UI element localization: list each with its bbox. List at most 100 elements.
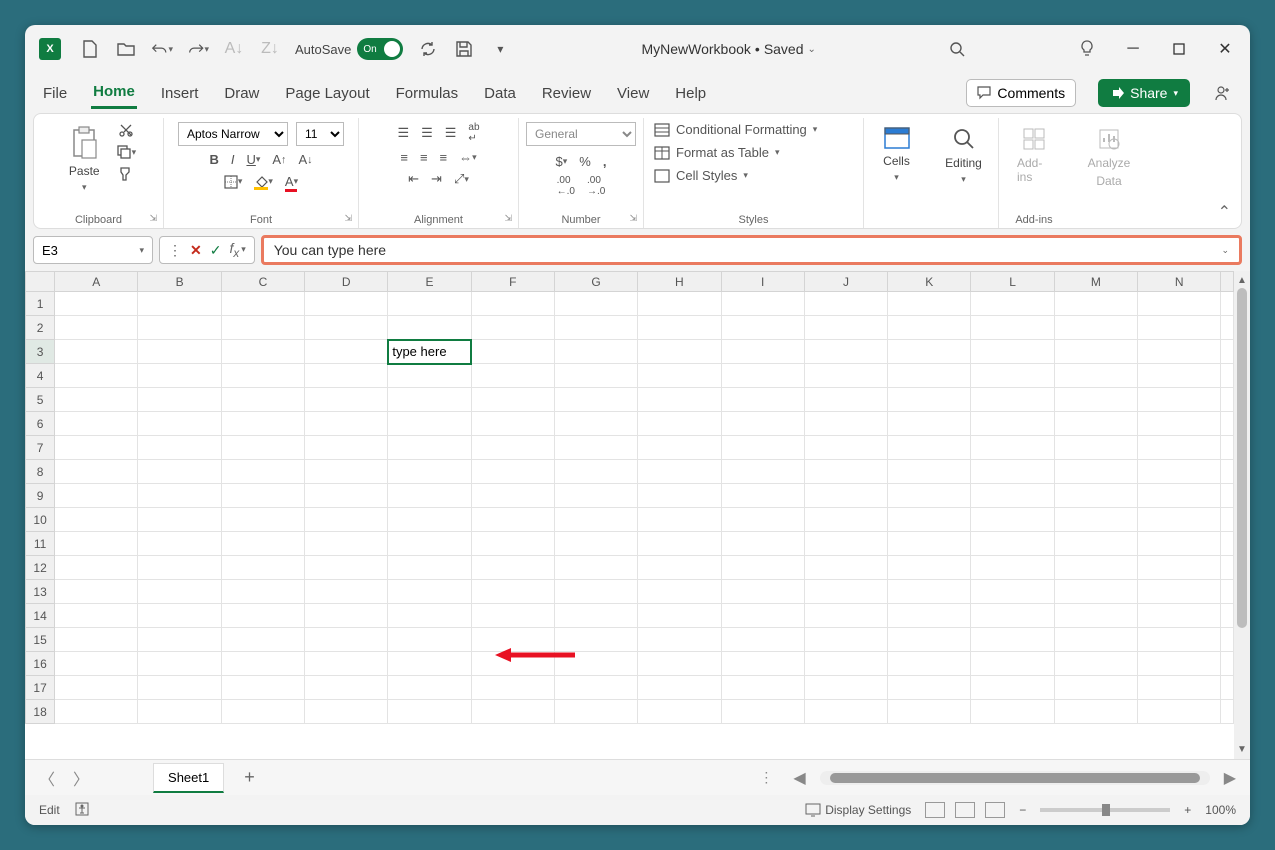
merge-center-icon[interactable]: ⇔▾ — [459, 150, 477, 165]
cell-G2[interactable] — [554, 316, 637, 340]
col-header[interactable]: D — [305, 272, 388, 292]
cell-F18[interactable] — [471, 700, 554, 724]
number-format-select[interactable]: General — [526, 122, 636, 146]
cell-B7[interactable] — [138, 436, 221, 460]
cell-M7[interactable] — [1054, 436, 1137, 460]
cell-J4[interactable] — [804, 364, 887, 388]
wrap-text-icon[interactable]: ab↵ — [468, 122, 479, 144]
cell-I5[interactable] — [721, 388, 804, 412]
cell-C18[interactable] — [221, 700, 304, 724]
hscroll-right-icon[interactable]: ▶ — [1220, 764, 1240, 792]
cell-E9[interactable] — [388, 484, 471, 508]
cell-C11[interactable] — [221, 532, 304, 556]
cell-K15[interactable] — [888, 628, 971, 652]
normal-view-icon[interactable] — [925, 802, 945, 818]
select-all-cell[interactable] — [26, 272, 55, 292]
cell-L18[interactable] — [971, 700, 1054, 724]
font-color-icon[interactable]: A▾ — [285, 174, 298, 189]
cell-F12[interactable] — [471, 556, 554, 580]
cell-G15[interactable] — [554, 628, 637, 652]
cell-I7[interactable] — [721, 436, 804, 460]
col-header[interactable]: G — [554, 272, 637, 292]
cell-H6[interactable] — [638, 412, 721, 436]
cell-B8[interactable] — [138, 460, 221, 484]
cell-D13[interactable] — [305, 580, 388, 604]
addins-button[interactable]: Add-ins — [1009, 122, 1059, 188]
col-header[interactable]: C — [221, 272, 304, 292]
cell-A11[interactable] — [55, 532, 138, 556]
cell-I1[interactable] — [721, 292, 804, 316]
cell-N12[interactable] — [1138, 556, 1221, 580]
cell-L2[interactable] — [971, 316, 1054, 340]
cell-L13[interactable] — [971, 580, 1054, 604]
cell-H2[interactable] — [638, 316, 721, 340]
tab-insert[interactable]: Insert — [159, 79, 201, 108]
enter-icon[interactable]: ✓ — [210, 242, 222, 259]
cell-H3[interactable] — [638, 340, 721, 364]
copy-icon[interactable]: ▾ — [116, 144, 137, 160]
cell-M10[interactable] — [1054, 508, 1137, 532]
cell-K2[interactable] — [888, 316, 971, 340]
cell-A8[interactable] — [55, 460, 138, 484]
autosave-toggle[interactable]: On — [357, 38, 403, 60]
cell-C12[interactable] — [221, 556, 304, 580]
cell-L15[interactable] — [971, 628, 1054, 652]
cell-K5[interactable] — [888, 388, 971, 412]
cell-A17[interactable] — [55, 676, 138, 700]
comments-button[interactable]: Comments — [966, 79, 1076, 107]
close-button[interactable]: ✕ — [1214, 38, 1236, 60]
cell-L14[interactable] — [971, 604, 1054, 628]
cell-I8[interactable] — [721, 460, 804, 484]
cell-M16[interactable] — [1054, 652, 1137, 676]
workbook-title[interactable]: MyNewWorkbook • Saved ⌄ — [519, 41, 938, 57]
cell-B14[interactable] — [138, 604, 221, 628]
cell-I14[interactable] — [721, 604, 804, 628]
cell-J1[interactable] — [804, 292, 887, 316]
cell-H18[interactable] — [638, 700, 721, 724]
cell-E4[interactable] — [388, 364, 471, 388]
cell-J11[interactable] — [804, 532, 887, 556]
cell-H9[interactable] — [638, 484, 721, 508]
tab-page-layout[interactable]: Page Layout — [283, 79, 371, 108]
cell-K14[interactable] — [888, 604, 971, 628]
cell-I4[interactable] — [721, 364, 804, 388]
cell-K11[interactable] — [888, 532, 971, 556]
cell-N14[interactable] — [1138, 604, 1221, 628]
cell-A5[interactable] — [55, 388, 138, 412]
cell-I12[interactable] — [721, 556, 804, 580]
cell-I2[interactable] — [721, 316, 804, 340]
cell-E18[interactable] — [388, 700, 471, 724]
cell-F10[interactable] — [471, 508, 554, 532]
row-header[interactable]: 15 — [26, 628, 55, 652]
cell-G1[interactable] — [554, 292, 637, 316]
row-header[interactable]: 16 — [26, 652, 55, 676]
col-header[interactable]: H — [638, 272, 721, 292]
row-header[interactable]: 4 — [26, 364, 55, 388]
cell-E7[interactable] — [388, 436, 471, 460]
autosave-control[interactable]: AutoSave On — [295, 38, 403, 60]
cell-E14[interactable] — [388, 604, 471, 628]
cell-D12[interactable] — [305, 556, 388, 580]
cell-I15[interactable] — [721, 628, 804, 652]
align-middle-icon[interactable]: ☰ — [421, 125, 433, 141]
cell-L11[interactable] — [971, 532, 1054, 556]
font-name-select[interactable]: Aptos Narrow — [178, 122, 288, 146]
cell-J6[interactable] — [804, 412, 887, 436]
cell-D11[interactable] — [305, 532, 388, 556]
cell-E10[interactable] — [388, 508, 471, 532]
cell-E11[interactable] — [388, 532, 471, 556]
col-header[interactable]: L — [971, 272, 1054, 292]
cell-J12[interactable] — [804, 556, 887, 580]
collapse-ribbon-icon[interactable]: ⌃ — [1218, 202, 1231, 222]
cell-N6[interactable] — [1138, 412, 1221, 436]
cell-A6[interactable] — [55, 412, 138, 436]
cell-K1[interactable] — [888, 292, 971, 316]
undo-icon[interactable]: ▾ — [151, 38, 173, 60]
cell-M12[interactable] — [1054, 556, 1137, 580]
cell-A16[interactable] — [55, 652, 138, 676]
cell-D14[interactable] — [305, 604, 388, 628]
cell-D1[interactable] — [305, 292, 388, 316]
row-header[interactable]: 17 — [26, 676, 55, 700]
cell-D5[interactable] — [305, 388, 388, 412]
dialog-launcher-icon[interactable]: ⇲ — [344, 213, 352, 224]
